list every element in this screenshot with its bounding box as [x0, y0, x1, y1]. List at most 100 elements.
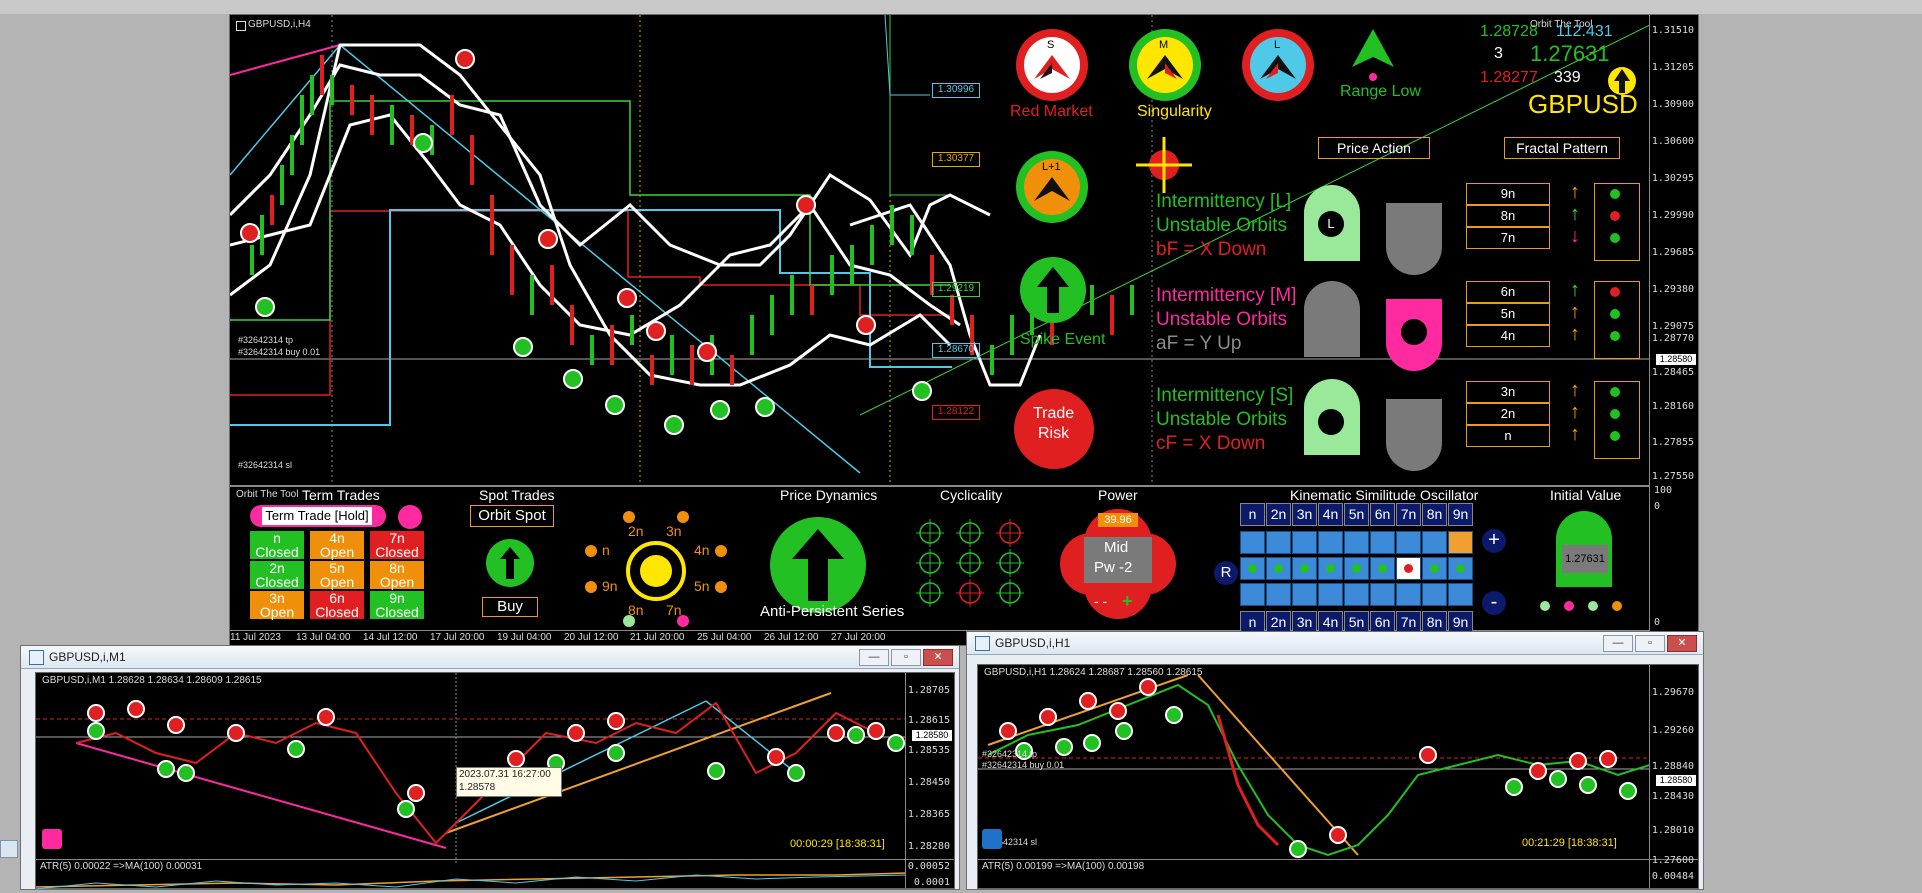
- market-s-button[interactable]: S: [1016, 29, 1088, 101]
- kso-cell[interactable]: [1240, 531, 1265, 554]
- m1-price-axis[interactable]: 1.28705 1.28615 1.28580 1.28535 1.28450 …: [905, 673, 954, 888]
- price-action-button[interactable]: Price Action: [1318, 137, 1430, 159]
- spike-event-button[interactable]: [1020, 257, 1086, 323]
- buy-button[interactable]: Buy: [482, 597, 538, 617]
- target-crosshair-icon[interactable]: [1136, 137, 1192, 193]
- chart-window-h4[interactable]: GBPUSD,i,H4 #32642314 tp #32642314 buy 0…: [229, 14, 1699, 646]
- kso-cell[interactable]: [1396, 583, 1421, 606]
- market-m-button[interactable]: M: [1129, 29, 1201, 101]
- spot-trades-label: Spot Trades: [479, 487, 555, 503]
- kso-cell[interactable]: [1266, 531, 1291, 554]
- window-titlebar[interactable]: GBPUSD,i,M1 — ▫ ✕: [21, 646, 959, 669]
- kso-cell[interactable]: [1292, 583, 1317, 606]
- close-button[interactable]: ✕: [923, 649, 953, 666]
- red-market-icon: [1034, 55, 1070, 79]
- cyclicality-grid[interactable]: [900, 503, 1040, 613]
- term-trade-cell[interactable]: 5n Open: [310, 561, 364, 589]
- price-dynamics-label: Price Dynamics: [780, 487, 878, 503]
- kso-cell[interactable]: [1422, 557, 1447, 580]
- minimize-button[interactable]: —: [1603, 635, 1633, 652]
- m1-settings-icon[interactable]: [42, 829, 62, 849]
- term-trade-cell[interactable]: 9n Closed: [370, 591, 424, 619]
- spot-up-arrow-button[interactable]: [486, 539, 534, 587]
- kso-cell[interactable]: [1240, 557, 1265, 580]
- kso-cell[interactable]: [1292, 557, 1317, 580]
- kso-cell[interactable]: [1396, 531, 1421, 554]
- h1-price-chart[interactable]: [978, 665, 1650, 865]
- kso-cell[interactable]: [1370, 557, 1395, 580]
- market-l-button[interactable]: L: [1242, 29, 1314, 101]
- quote-spread: 112.431: [1556, 23, 1613, 40]
- power-plus[interactable]: +: [1122, 591, 1133, 612]
- kso-cell[interactable]: [1266, 557, 1291, 580]
- range-low-arrow-icon[interactable]: [1348, 27, 1398, 83]
- term-toggle-icon[interactable]: [398, 505, 422, 529]
- orbit-l-shape[interactable]: L: [1304, 185, 1360, 261]
- kso-cell[interactable]: [1344, 557, 1369, 580]
- kso-cell[interactable]: [1318, 583, 1343, 606]
- term-trade-cell[interactable]: n Closed: [250, 531, 304, 559]
- fractal-row-7-label: 3n: [1466, 381, 1550, 403]
- orbit-dot: [677, 511, 689, 523]
- kso-cell[interactable]: [1370, 531, 1395, 554]
- orbit-l-shape-2[interactable]: [1386, 203, 1442, 275]
- kso-cell[interactable]: [1448, 583, 1473, 606]
- kso-plus-button[interactable]: +: [1482, 529, 1506, 553]
- orbit-s-shape-2[interactable]: [1386, 399, 1442, 471]
- orbit-spot-button[interactable]: Orbit Spot: [470, 505, 554, 527]
- term-trade-cell[interactable]: 7n Closed: [370, 531, 424, 559]
- price-tick: 1.29670: [1651, 687, 1694, 698]
- h1-chart-area[interactable]: GBPUSD,i,H1 1.28624 1.28687 1.28560 1.28…: [977, 664, 1699, 889]
- price-dynamics-button[interactable]: [770, 517, 866, 613]
- term-trade-cell[interactable]: 8n Open: [370, 561, 424, 589]
- orbit-m-shape-2[interactable]: [1386, 299, 1442, 371]
- kso-r-button[interactable]: R: [1214, 561, 1238, 585]
- h1-order-tp: #32642314 tp: [982, 749, 1038, 759]
- fractal-row-5-arrow-icon: ↑: [1570, 301, 1580, 323]
- term-trade-cell[interactable]: 4n Open: [310, 531, 364, 559]
- indicator-axis-top: 100: [1654, 485, 1673, 496]
- kso-cell[interactable]: [1422, 531, 1447, 554]
- kso-cell[interactable]: [1318, 531, 1343, 554]
- window-titlebar[interactable]: GBPUSD,i,H1 — ▫ ✕: [967, 632, 1703, 655]
- kso-cell[interactable]: [1448, 531, 1473, 554]
- orbit-label-9n: 9n: [602, 578, 618, 594]
- price-tick: 1.29990: [1651, 210, 1694, 221]
- kso-cell[interactable]: [1448, 557, 1473, 580]
- kso-cell[interactable]: [1396, 557, 1421, 580]
- kso-cell[interactable]: [1422, 583, 1447, 606]
- m1-chart-area[interactable]: GBPUSD,i,M1 1.28628 1.28634 1.28609 1.28…: [35, 672, 955, 890]
- power-minus[interactable]: - -: [1094, 593, 1107, 609]
- h4-price-axis[interactable]: 1.31510 1.31205 1.30900 1.30600 1.30295 …: [1649, 15, 1698, 645]
- kso-cell[interactable]: [1318, 557, 1343, 580]
- term-trade-cell[interactable]: 3n Open: [250, 591, 304, 619]
- term-hold-button[interactable]: Term Trade [Hold]: [262, 507, 372, 525]
- kso-cell[interactable]: [1344, 583, 1369, 606]
- kso-cell[interactable]: [1266, 583, 1291, 606]
- term-trade-cell[interactable]: 6n Closed: [310, 591, 364, 619]
- kso-cell[interactable]: [1344, 531, 1369, 554]
- maximize-button[interactable]: ▫: [1635, 635, 1665, 652]
- power-widget[interactable]: 39.96 Mid Pw -2 - - +: [1060, 509, 1176, 619]
- h1-settings-icon[interactable]: [982, 829, 1002, 849]
- kso-cell[interactable]: [1240, 583, 1265, 606]
- close-button[interactable]: ✕: [1667, 635, 1697, 652]
- kso-minus-button[interactable]: -: [1482, 591, 1506, 615]
- atr-tick: 0.00052: [907, 861, 950, 872]
- kso-grid[interactable]: n n 2n 2n 3n 3n 4n 4n 5n 5n 6n 6n 7n 7n 8n 8n 9n 9n: [1240, 503, 1480, 635]
- orbit-m-shape[interactable]: [1304, 281, 1360, 357]
- left-edge-icon[interactable]: [0, 840, 18, 858]
- maximize-button[interactable]: ▫: [891, 649, 921, 666]
- h1-price-axis[interactable]: 1.29670 1.29260 1.28840 1.28580 1.28430 …: [1649, 665, 1698, 888]
- market-l1-button[interactable]: L+1: [1016, 151, 1088, 223]
- fractal-pattern-button[interactable]: Fractal Pattern: [1504, 137, 1620, 159]
- kso-cell[interactable]: [1370, 583, 1395, 606]
- chart-window-m1[interactable]: GBPUSD,i,M1 — ▫ ✕ GBPUSD,i,M1 1.28628 1.…: [20, 645, 960, 890]
- kso-cell[interactable]: [1292, 531, 1317, 554]
- kso-header: 2n: [1266, 503, 1291, 526]
- trade-risk-button[interactable]: Trade Risk: [1014, 389, 1094, 469]
- term-trade-cell[interactable]: 2n Closed: [250, 561, 304, 589]
- chart-window-h1[interactable]: GBPUSD,i,H1 — ▫ ✕ GBPUSD,i,H1 1.28624 1.…: [966, 631, 1704, 890]
- orbit-s-shape[interactable]: [1304, 379, 1360, 455]
- minimize-button[interactable]: —: [859, 649, 889, 666]
